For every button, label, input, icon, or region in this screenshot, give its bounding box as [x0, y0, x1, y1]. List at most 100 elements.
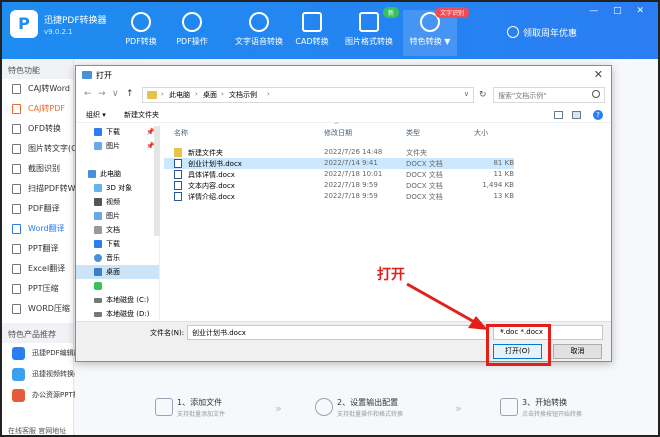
- preview-pane-icon[interactable]: [572, 111, 581, 119]
- chevron-right-icon: »: [275, 402, 282, 415]
- nav-music[interactable]: 音乐: [76, 251, 159, 265]
- filename-field[interactable]: 创业计划书.docx: [187, 325, 489, 340]
- document-icon: [12, 104, 21, 114]
- annotation-label: 打开: [377, 267, 405, 283]
- dialog-toolbar: 组织 ▾ 新建文件夹 ?: [76, 107, 611, 123]
- nav-wechat[interactable]: [76, 279, 159, 293]
- breadcrumb-this-pc[interactable]: 此电脑: [169, 90, 190, 100]
- window-controls[interactable]: — □ ✕: [589, 6, 650, 16]
- breadcrumb-separator: ›: [195, 90, 198, 98]
- nav-pdf-operate[interactable]: PDF操作: [163, 10, 221, 56]
- cancel-button[interactable]: 取消: [553, 344, 602, 359]
- sidebar-section-products: 特色产品推荐: [2, 323, 73, 343]
- forward-arrow-icon[interactable]: →: [98, 89, 106, 99]
- product-pdf-editor[interactable]: 迅捷PDF编辑器: [2, 343, 81, 364]
- column-type[interactable]: 类型: [406, 128, 420, 138]
- address-bar[interactable]: › 此电脑 › 桌面 › 文档示例 › ∨: [142, 87, 474, 103]
- breadcrumb-desktop[interactable]: 桌面: [203, 90, 217, 100]
- nav-desktop[interactable]: 桌面: [76, 265, 159, 279]
- file-size: 81 KB: [493, 159, 514, 167]
- recent-locations-icon[interactable]: ∨: [112, 89, 119, 99]
- filename-value: 创业计划书.docx: [192, 329, 246, 337]
- file-row[interactable]: 创业计划书.docx 2022/7/14 9:41 DOCX 文档 81 KB: [164, 158, 514, 169]
- sidebar-item-ppt-translate[interactable]: PPT翻译: [2, 239, 73, 259]
- step-title: 1、添加文件: [177, 398, 223, 407]
- folder-icon: [147, 91, 157, 99]
- official-site-link[interactable]: 官网地址: [38, 427, 66, 435]
- translate-icon: [12, 204, 21, 214]
- promo-link[interactable]: 领取周年优惠: [523, 26, 577, 39]
- search-icon: [592, 90, 600, 98]
- back-arrow-icon[interactable]: ←: [84, 89, 92, 99]
- refresh-icon[interactable]: ↻: [479, 90, 487, 100]
- wechat-icon: [94, 282, 102, 290]
- sidebar-item-pdf-translate[interactable]: PDF翻译: [2, 199, 73, 219]
- column-size[interactable]: 大小: [474, 128, 488, 138]
- customer-service-link[interactable]: 在线客服: [8, 427, 36, 435]
- sidebar-item-caj-pdf[interactable]: CAJ转PDF: [2, 99, 73, 119]
- view-options-icon[interactable]: [554, 111, 563, 119]
- file-size: 11 KB: [493, 170, 514, 178]
- file-row[interactable]: 具体详情.docx 2022/7/18 10:01 DOCX 文档 11 KB: [164, 169, 514, 180]
- cad-icon: [302, 12, 322, 32]
- nav-drive-d[interactable]: 本地磁盘 (D:): [76, 307, 159, 321]
- app-version: v9.0.2.1: [44, 28, 73, 36]
- navpane-scrollbar[interactable]: [154, 126, 160, 236]
- drive-icon: [94, 298, 102, 303]
- file-name: 具体详情.docx: [188, 171, 235, 179]
- video-converter-icon: [12, 368, 25, 381]
- annotation-highlight-box: [486, 324, 551, 366]
- sidebar-item-ocr[interactable]: 图片转文字(OCR): [2, 139, 92, 159]
- chevron-down-icon: ▼: [444, 37, 451, 46]
- nav-label: PDF操作: [176, 37, 208, 46]
- sidebar-item-excel-translate[interactable]: Excel翻译: [2, 259, 73, 279]
- pictures-icon: [94, 212, 102, 220]
- new-folder-button[interactable]: 新建文件夹: [124, 110, 159, 120]
- file-row[interactable]: 文本内容.docx 2022/7/18 9:59 DOCX 文档 1,494 K…: [164, 180, 514, 191]
- nav-label: CAD转换: [295, 37, 329, 46]
- sidebar-item-scan-pdf[interactable]: 扫描PDF转Word: [2, 179, 88, 199]
- help-icon[interactable]: ?: [593, 110, 603, 120]
- column-name[interactable]: 名称: [174, 128, 188, 138]
- nav-pdf-convert[interactable]: PDF转换: [112, 10, 170, 56]
- sidebar-item-word-translate[interactable]: Word翻译: [2, 219, 73, 239]
- close-icon[interactable]: ✕: [594, 68, 603, 81]
- nav-this-pc[interactable]: 此电脑: [76, 167, 159, 181]
- folder-icon: [174, 148, 182, 157]
- product-ppt-templates[interactable]: 办公资源PPT模板: [2, 385, 87, 406]
- column-modified[interactable]: 修改日期: [324, 128, 352, 138]
- file-row[interactable]: 新建文件夹 2022/7/26 14:48 文件夹: [164, 147, 514, 158]
- nav-drive-c[interactable]: 本地磁盘 (C:): [76, 293, 159, 307]
- file-modified: 2022/7/26 14:48: [324, 148, 383, 156]
- nav-videos[interactable]: 视频: [76, 195, 159, 209]
- up-arrow-icon[interactable]: ↑: [126, 89, 134, 99]
- file-row[interactable]: 详情介绍.docx 2022/7/18 9:59 DOCX 文档 13 KB: [164, 191, 514, 202]
- nav-3d-objects[interactable]: 3D 对象: [76, 181, 159, 195]
- image-icon: [359, 12, 379, 32]
- file-modified: 2022/7/18 9:59: [324, 192, 378, 200]
- search-input[interactable]: 搜索"文档示例": [493, 87, 605, 103]
- organize-button[interactable]: 组织 ▾: [86, 110, 106, 120]
- pdf-editor-icon: [12, 347, 25, 360]
- breadcrumb-separator: ›: [221, 90, 224, 98]
- nav-pictures[interactable]: 图片: [76, 209, 159, 223]
- nav-quick-downloads[interactable]: 下载 📌: [76, 125, 159, 139]
- chevron-down-icon[interactable]: ∨: [464, 90, 469, 98]
- file-list: ^ 名称 修改日期 类型 大小 新建文件夹 2022/7/26 14:48 文件…: [164, 122, 611, 321]
- sidebar-item-ppt-compress[interactable]: PPT压缩: [2, 279, 73, 299]
- nav-quick-pictures[interactable]: 图片 📌: [76, 139, 159, 153]
- nav-cad-convert[interactable]: CAD转换: [283, 10, 341, 56]
- translate-icon: [12, 264, 21, 274]
- sidebar-item-screenshot[interactable]: 截图识别: [2, 159, 73, 179]
- nav-documents[interactable]: 文档: [76, 223, 159, 237]
- product-video-converter[interactable]: 迅捷视频转换器: [2, 364, 81, 385]
- open-file-dialog: 打开 ✕ ← → ∨ ↑ › 此电脑 › 桌面 › 文档示例 › ∨ ↻ 搜索"…: [75, 65, 612, 362]
- step-desc: 支持批量操作和格式转换: [337, 411, 404, 418]
- sidebar-item-word-compress[interactable]: WORD压缩: [2, 299, 73, 319]
- sidebar-item-caj-word[interactable]: CAJ转Word: [2, 79, 73, 99]
- breadcrumb-folder[interactable]: 文档示例: [229, 90, 257, 100]
- sidebar-item-ofd[interactable]: OFD转换: [2, 119, 73, 139]
- nav-downloads[interactable]: 下载: [76, 237, 159, 251]
- refresh-circle-icon: [182, 12, 202, 32]
